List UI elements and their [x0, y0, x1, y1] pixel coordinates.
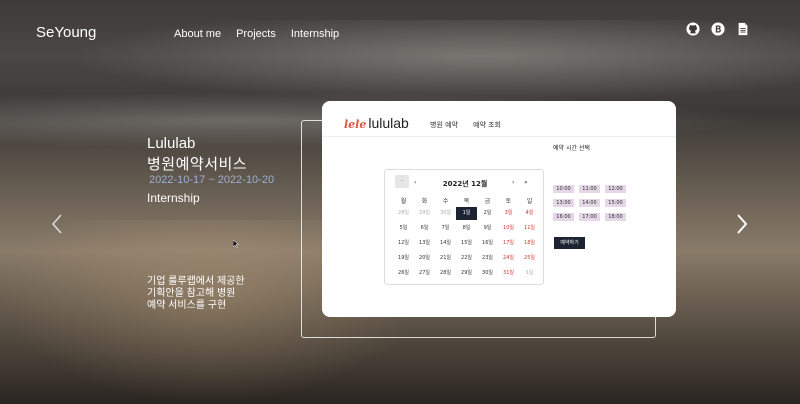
calendar-day[interactable]: 22일	[456, 252, 477, 265]
nav-projects[interactable]: Projects	[236, 28, 276, 40]
calendar-next-year-icon[interactable]: »	[524, 179, 528, 186]
reserve-button[interactable]: 예약하기	[554, 237, 585, 249]
main-nav: About me Projects Internship	[174, 28, 339, 40]
calendar-day[interactable]: 26일	[393, 267, 414, 280]
weekday-label: 일	[526, 198, 533, 205]
logo-text: lululab	[368, 115, 409, 131]
weekday-label: 월	[400, 198, 407, 205]
calendar-next-icon[interactable]: ›	[512, 179, 514, 186]
time-slot[interactable]: 13:00	[553, 199, 574, 207]
calendar-day[interactable]: 18일	[519, 237, 540, 250]
calendar-day[interactable]: 24일	[498, 252, 519, 265]
document-icon[interactable]	[736, 22, 750, 36]
calendar-day[interactable]: 5일	[393, 222, 414, 235]
calendar-month-title: 2022년 12월	[442, 180, 488, 188]
calendar-week: 5일 6일 7일 8일 9일 10일 11일	[393, 222, 540, 235]
calendar-week: 28일 29일 30일 1일 2일 3일 4일	[393, 207, 540, 220]
weekday-label: 토	[505, 198, 512, 205]
calendar-day[interactable]: 19일	[393, 252, 414, 265]
calendar-day[interactable]: 23일	[477, 252, 498, 265]
time-slot-grid: 10:00 11:00 12:00 13:00 14:00 15:00 16:0…	[553, 185, 628, 221]
mouse-cursor-icon	[233, 240, 239, 248]
calendar-day[interactable]: 25일	[519, 252, 540, 265]
calendar-day[interactable]: 6일	[414, 222, 435, 235]
time-slot[interactable]: 16:00	[553, 213, 574, 221]
calendar-day[interactable]: 3일	[498, 207, 519, 220]
calendar-day[interactable]: 31일	[498, 267, 519, 280]
calendar: · ‹ 2022년 12월 › » 월 화 수 목 금 토 일 28일 29일 …	[384, 169, 544, 285]
project-preview-card[interactable]: lele lululab 병원 예약 예약 조회 · ‹ 2022년 12월 ›…	[322, 101, 676, 317]
calendar-day-selected[interactable]: 1일	[456, 207, 477, 220]
project-title: Lululab	[147, 135, 196, 152]
calendar-day[interactable]: 15일	[456, 237, 477, 250]
calendar-day[interactable]: 7일	[435, 222, 456, 235]
nav-hospital-reservation[interactable]: 병원 예약	[430, 120, 458, 130]
prev-slide-arrow-icon[interactable]	[48, 212, 68, 236]
next-slide-arrow-icon[interactable]	[732, 212, 752, 236]
time-slot[interactable]: 12:00	[605, 185, 626, 193]
blog-icon[interactable]	[711, 22, 725, 36]
project-subtitle: 병원예약서비스	[147, 156, 248, 173]
calendar-day[interactable]: 9일	[477, 222, 498, 235]
calendar-day[interactable]: 28일	[435, 267, 456, 280]
calendar-week: 19일 20일 21일 22일 23일 24일 25일	[393, 252, 540, 265]
time-slot[interactable]: 14:00	[579, 199, 600, 207]
time-slot[interactable]: 18:00	[605, 213, 626, 221]
calendar-day[interactable]: 10일	[498, 222, 519, 235]
calendar-day[interactable]: 28일	[393, 207, 414, 220]
preview-header: lele lululab 병원 예약 예약 조회	[322, 101, 676, 137]
social-links	[686, 22, 750, 36]
calendar-day[interactable]: 14일	[435, 237, 456, 250]
calendar-week: 26일 27일 28일 29일 30일 31일 1일	[393, 267, 540, 280]
nav-internship[interactable]: Internship	[291, 28, 339, 40]
ocean-wave	[0, 20, 800, 110]
calendar-day[interactable]: 20일	[414, 252, 435, 265]
project-category: Internship	[147, 191, 200, 205]
nav-reservation-lookup[interactable]: 예약 조회	[473, 120, 501, 130]
calendar-toolbar: · ‹ 2022년 12월 › »	[385, 170, 545, 192]
calendar-day[interactable]: 21일	[435, 252, 456, 265]
brand-logo[interactable]: SeYoung	[36, 24, 96, 41]
calendar-week: 12일 13일 14일 15일 16일 17일 18일	[393, 237, 540, 250]
calendar-day[interactable]: 30일	[435, 207, 456, 220]
time-slot[interactable]: 17:00	[579, 213, 600, 221]
logo-mark: lele	[344, 118, 367, 131]
calendar-day[interactable]: 30일	[477, 267, 498, 280]
github-icon[interactable]	[686, 22, 700, 36]
calendar-day[interactable]: 1일	[519, 267, 540, 280]
calendar-day[interactable]: 16일	[477, 237, 498, 250]
time-slot-title: 예약 시간 선택	[553, 145, 590, 152]
project-description: 기업 룰루랩에서 제공한 기획안을 참고해 병원 예약 서비스를 구현	[147, 276, 245, 311]
lululab-logo: lele lululab	[344, 115, 409, 131]
calendar-day[interactable]: 12일	[393, 237, 414, 250]
calendar-day[interactable]: 4일	[519, 207, 540, 220]
calendar-day[interactable]: 29일	[414, 207, 435, 220]
time-slot[interactable]: 15:00	[605, 199, 626, 207]
calendar-day[interactable]: 2일	[477, 207, 498, 220]
time-slot[interactable]: 11:00	[579, 185, 600, 193]
nav-about-me[interactable]: About me	[174, 28, 221, 40]
calendar-weekdays: 월 화 수 목 금 토 일	[393, 196, 540, 205]
calendar-day[interactable]: 29일	[456, 267, 477, 280]
project-date: 2022-10-17 ~ 2022-10-20	[149, 174, 275, 186]
preview-nav: 병원 예약 예약 조회	[430, 120, 501, 130]
weekday-label: 화	[421, 198, 428, 205]
weekday-label: 목	[463, 198, 470, 205]
time-slot[interactable]: 10:00	[553, 185, 574, 193]
weekday-label: 금	[484, 198, 491, 205]
calendar-day[interactable]: 11일	[519, 222, 540, 235]
calendar-day[interactable]: 8일	[456, 222, 477, 235]
calendar-day[interactable]: 13일	[414, 237, 435, 250]
weekday-label: 수	[442, 198, 449, 205]
calendar-day[interactable]: 27일	[414, 267, 435, 280]
calendar-day[interactable]: 17일	[498, 237, 519, 250]
